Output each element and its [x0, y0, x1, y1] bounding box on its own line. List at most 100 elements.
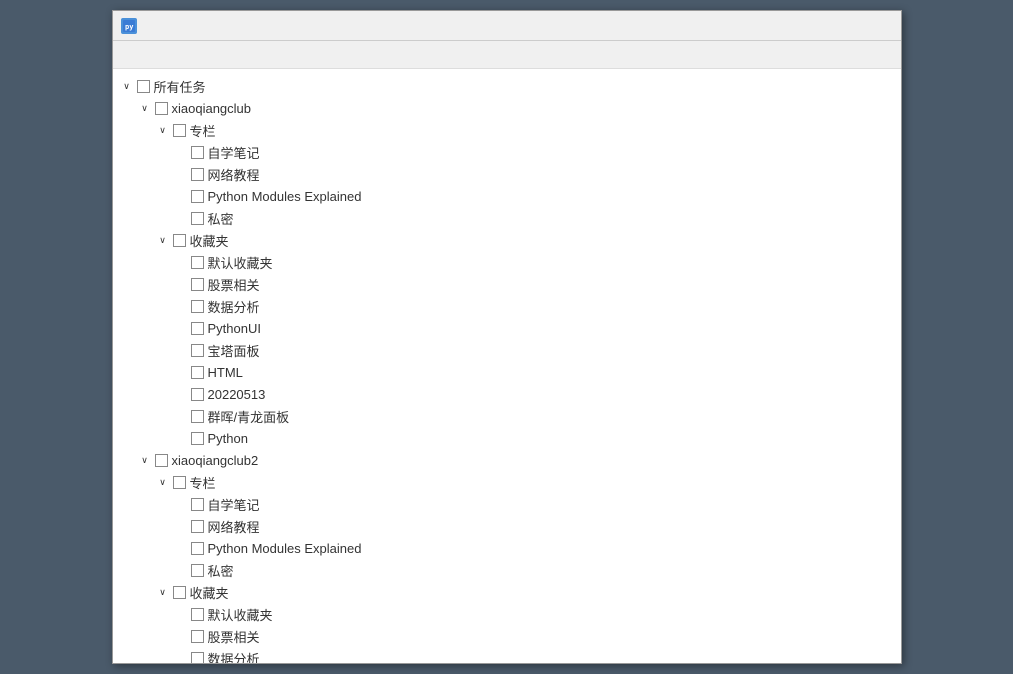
tree-checkbox[interactable]: [191, 322, 204, 335]
tree-checkbox[interactable]: [191, 256, 204, 269]
tree-checkbox[interactable]: [191, 344, 204, 357]
tree-row[interactable]: 宝塔面板: [117, 339, 897, 361]
tree-row[interactable]: ∨ 所有任务: [117, 75, 897, 97]
tree-row[interactable]: 数据分析: [117, 647, 897, 663]
tree-row[interactable]: ∨ 专栏: [117, 471, 897, 493]
tree-checkbox[interactable]: [191, 652, 204, 664]
tree-checkbox[interactable]: [191, 212, 204, 225]
expand-button[interactable]: ∨: [155, 584, 171, 600]
tree-node: 默认收藏夹: [117, 603, 897, 625]
tree-children: 自学笔记网络教程 Python Modules Explained 私密: [117, 493, 897, 581]
tree-node: ∨所有任务∨xiaoqiangclub∨专栏自学笔记网络教程Python Mod…: [117, 75, 897, 663]
expand-button[interactable]: ∨: [155, 122, 171, 138]
tree-node: 数据分析: [117, 295, 897, 317]
title-bar: py: [113, 11, 901, 41]
tree-checkbox[interactable]: [191, 542, 204, 555]
tree-node: Python Modules Explained: [117, 185, 897, 207]
tree-node-label: xiaoqiangclub: [172, 101, 252, 116]
tree-node-label: Python Modules Explained: [208, 541, 362, 556]
tree-children: 默认收藏夹股票相关数据分析 PythonUI 宝塔面板HTML 20220513 群晖/…: [117, 251, 897, 449]
content-area: ∨所有任务∨xiaoqiangclub∨专栏自学笔记网络教程Python Mod…: [113, 41, 901, 663]
tree-row[interactable]: 20220513: [117, 383, 897, 405]
tree-node-label: PythonUI: [208, 321, 261, 336]
tree-node: HTML: [117, 361, 897, 383]
tree-row[interactable]: 自学笔记: [117, 493, 897, 515]
expand-button[interactable]: ∨: [137, 100, 153, 116]
tree-children: 默认收藏夹股票相关数据分析PythonUI宝塔面板HTML20220513群晖/…: [117, 603, 897, 663]
tree-node-label: 股票相关: [208, 627, 260, 646]
tree-node: ∨xiaoqiangclub∨专栏自学笔记网络教程Python Modules …: [117, 97, 897, 449]
tree-checkbox[interactable]: [191, 498, 204, 511]
tree-children: ∨xiaoqiangclub∨专栏自学笔记网络教程Python Modules …: [117, 97, 897, 663]
tree-node-label: 默认收藏夹: [208, 253, 273, 272]
tree-row[interactable]: ∨收藏夹: [117, 229, 897, 251]
tree-children: ∨ 专栏自学笔记网络教程 Python Modules Explained 私密 ∨ 收藏…: [117, 471, 897, 663]
tree-node-label: 收藏夹: [190, 583, 229, 602]
tree-row[interactable]: Python Modules Explained: [117, 537, 897, 559]
tree-node-label: 所有任务: [154, 77, 206, 96]
tree-row[interactable]: HTML: [117, 361, 897, 383]
tree-row[interactable]: 自学笔记: [117, 141, 897, 163]
tree-checkbox[interactable]: [191, 366, 204, 379]
tree-checkbox[interactable]: [191, 388, 204, 401]
svg-text:py: py: [125, 23, 134, 31]
tree-node-label: 网络教程: [208, 165, 260, 184]
tree-node: Python Modules Explained: [117, 537, 897, 559]
tree-checkbox[interactable]: [173, 234, 186, 247]
tree-node-label: Python Modules Explained: [208, 189, 362, 204]
minimize-button[interactable]: [805, 16, 833, 36]
expand-button[interactable]: ∨: [155, 232, 171, 248]
tree-node-label: 专栏: [190, 121, 216, 140]
tree-node: ∨收藏夹默认收藏夹股票相关数据分析PythonUI宝塔面板HTML2022051…: [117, 581, 897, 663]
tree-node: PythonUI: [117, 317, 897, 339]
tree-row[interactable]: 股票相关: [117, 625, 897, 647]
tree-checkbox[interactable]: [191, 278, 204, 291]
tree-checkbox[interactable]: [191, 190, 204, 203]
tree-node: ∨收藏夹默认收藏夹股票相关数据分析 PythonUI 宝塔面板HTML 2022051…: [117, 229, 897, 449]
tree-row[interactable]: 私密: [117, 559, 897, 581]
tree-checkbox[interactable]: [191, 410, 204, 423]
tree-checkbox[interactable]: [191, 168, 204, 181]
expand-button[interactable]: ∨: [155, 474, 171, 490]
tree-row[interactable]: ∨xiaoqiangclub2: [117, 449, 897, 471]
tree-row[interactable]: Python: [117, 427, 897, 449]
tree-area[interactable]: ∨所有任务∨xiaoqiangclub∨专栏自学笔记网络教程Python Mod…: [113, 69, 901, 663]
tree-row[interactable]: 数据分析: [117, 295, 897, 317]
expand-button[interactable]: ∨: [119, 78, 135, 94]
tree-checkbox[interactable]: [137, 80, 150, 93]
tree-checkbox[interactable]: [173, 586, 186, 599]
tree-node: 股票相关: [117, 625, 897, 647]
tree-checkbox[interactable]: [155, 102, 168, 115]
tree-node: 自学笔记: [117, 141, 897, 163]
tree-checkbox[interactable]: [191, 608, 204, 621]
close-button[interactable]: [865, 16, 893, 36]
tree-row[interactable]: ∨ 专栏: [117, 119, 897, 141]
tree-node-label: 默认收藏夹: [208, 605, 273, 624]
tree-checkbox[interactable]: [173, 124, 186, 137]
tree-row[interactable]: ∨ xiaoqiangclub: [117, 97, 897, 119]
tree-checkbox[interactable]: [173, 476, 186, 489]
tree-checkbox[interactable]: [191, 300, 204, 313]
tree-node: 默认收藏夹: [117, 251, 897, 273]
tree-node-label: 专栏: [190, 473, 216, 492]
tree-row[interactable]: 默认收藏夹: [117, 251, 897, 273]
tree-checkbox[interactable]: [191, 520, 204, 533]
tree-row[interactable]: ∨ 收藏夹: [117, 581, 897, 603]
tree-row[interactable]: Python Modules Explained: [117, 185, 897, 207]
tree-row[interactable]: 默认收藏夹: [117, 603, 897, 625]
tree-row[interactable]: 股票相关: [117, 273, 897, 295]
tree-row[interactable]: 私密: [117, 207, 897, 229]
tree-node-label: 20220513: [208, 387, 266, 402]
tree-checkbox[interactable]: [191, 146, 204, 159]
tree-row[interactable]: PythonUI: [117, 317, 897, 339]
tree-checkbox[interactable]: [191, 630, 204, 643]
tree-checkbox[interactable]: [191, 564, 204, 577]
tree-checkbox[interactable]: [155, 454, 168, 467]
maximize-button[interactable]: [835, 16, 863, 36]
tree-node-label: 群晖/青龙面板: [208, 407, 290, 426]
tree-checkbox[interactable]: [191, 432, 204, 445]
tree-row[interactable]: 网络教程: [117, 163, 897, 185]
tree-row[interactable]: 群晖/青龙面板: [117, 405, 897, 427]
tree-row[interactable]: 网络教程: [117, 515, 897, 537]
expand-button[interactable]: ∨: [137, 452, 153, 468]
